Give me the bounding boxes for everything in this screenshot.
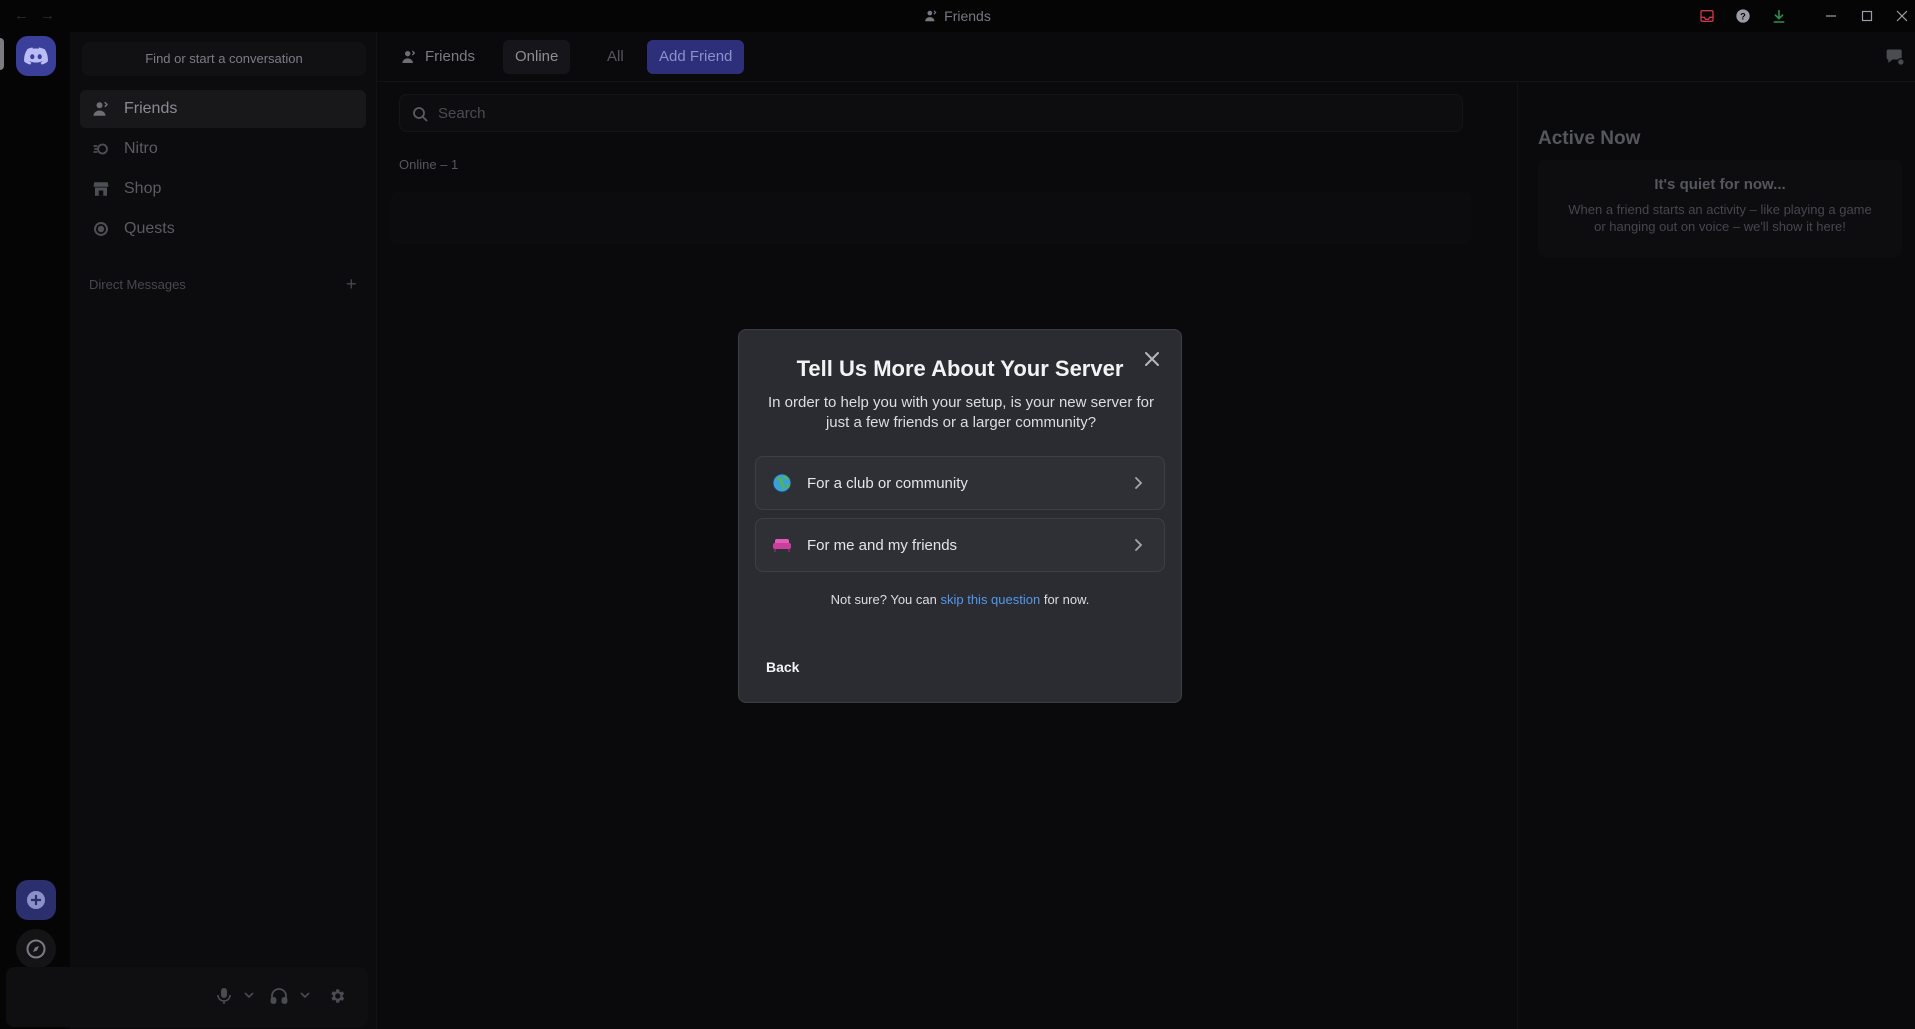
sidebar-item-nitro[interactable]: Nitro — [80, 130, 366, 168]
sidebar-item-shop[interactable]: Shop — [80, 170, 366, 208]
selected-indicator — [0, 38, 4, 70]
sidebar-item-quests[interactable]: Quests — [80, 210, 366, 248]
modal-title: Tell Us More About Your Server — [796, 356, 1124, 381]
online-count-label: Online – 1 — [399, 157, 459, 172]
option-club-community[interactable]: For a club or community — [755, 456, 1165, 510]
server-rail — [0, 32, 70, 1029]
discord-logo-icon — [24, 47, 48, 65]
minimize-icon[interactable] — [1818, 4, 1844, 28]
skip-note: Not sure? You can skip this question for… — [739, 592, 1181, 607]
sidebar-item-label: Friends — [124, 100, 178, 117]
sidebar-item-label: Quests — [124, 220, 175, 237]
nitro-icon — [90, 138, 112, 160]
friend-search-placeholder: Search — [438, 105, 486, 122]
modal-subtitle: In order to help you with your setup, is… — [767, 394, 1154, 431]
chevron-down-icon[interactable] — [244, 991, 254, 999]
active-now-title: Active Now — [1538, 128, 1641, 149]
couch-icon — [771, 534, 793, 556]
search-icon — [412, 106, 428, 122]
active-now-panel: Active Now It's quiet for now... When a … — [1517, 82, 1915, 1029]
discover-button[interactable] — [16, 929, 56, 969]
sidebar-item-friends[interactable]: Friends — [80, 90, 366, 128]
friend-row[interactable] — [391, 192, 1471, 244]
friends-topbar: Friends Online All Add Friend — [377, 32, 1915, 82]
chevron-down-icon[interactable] — [300, 991, 310, 999]
close-window-icon[interactable] — [1889, 4, 1915, 28]
sidebar: Find or start a conversation Friends Nit… — [70, 32, 376, 1029]
active-now-empty-text: When a friend starts an activity – like … — [1568, 202, 1872, 234]
sidebar-item-label: Nitro — [124, 140, 158, 157]
headphones-icon[interactable] — [270, 987, 288, 1005]
quests-icon — [90, 218, 112, 240]
add-friend-button[interactable]: Add Friend — [647, 40, 745, 74]
friends-icon — [924, 9, 938, 23]
home-button[interactable] — [16, 36, 56, 76]
friends-heading-label: Friends — [425, 48, 476, 65]
tab-all[interactable]: All — [595, 40, 636, 74]
active-now-empty-card: It's quiet for now... When a friend star… — [1538, 160, 1902, 258]
server-purpose-modal: Tell Us More About Your Server In order … — [738, 329, 1182, 703]
friend-search-input[interactable]: Search — [399, 94, 1463, 132]
gear-icon[interactable] — [328, 987, 346, 1005]
title-bar: ← → Friends ? — [0, 0, 1915, 32]
user-panel — [6, 967, 368, 1027]
create-dm-icon[interactable]: + — [346, 274, 357, 295]
inbox-icon[interactable] — [1694, 4, 1720, 28]
maximize-icon[interactable] — [1854, 4, 1880, 28]
option-label: For a club or community — [807, 474, 968, 492]
tab-online[interactable]: Online — [503, 40, 571, 74]
friends-icon — [90, 98, 112, 120]
active-now-empty-title: It's quiet for now... — [1654, 176, 1786, 193]
back-button[interactable]: Back — [766, 659, 799, 675]
direct-messages-header: Direct Messages — [89, 277, 186, 292]
shop-icon — [90, 178, 112, 200]
skip-question-link[interactable]: skip this question — [940, 592, 1040, 607]
friends-heading: Friends — [395, 40, 487, 74]
friends-icon — [401, 49, 417, 65]
globe-icon — [771, 472, 793, 494]
add-server-button[interactable] — [16, 880, 56, 920]
chevron-right-icon — [1128, 535, 1148, 555]
download-icon[interactable] — [1766, 4, 1792, 28]
skip-note-suffix: for now. — [1043, 592, 1090, 607]
help-icon[interactable]: ? — [1730, 4, 1756, 28]
window-title: Friends — [0, 8, 1915, 24]
microphone-icon[interactable] — [216, 987, 232, 1005]
option-label: For me and my friends — [807, 536, 958, 554]
plus-icon — [27, 891, 45, 909]
compass-icon — [26, 939, 46, 959]
new-group-dm-icon[interactable] — [1885, 47, 1905, 67]
option-me-and-friends[interactable]: For me and my friends — [755, 518, 1165, 572]
conversation-search-input[interactable]: Find or start a conversation — [82, 42, 366, 76]
svg-text:?: ? — [1740, 11, 1746, 21]
chevron-right-icon — [1128, 473, 1148, 493]
skip-note-prefix: Not sure? You can — [830, 592, 937, 607]
sidebar-item-label: Shop — [124, 180, 162, 197]
window-title-text: Friends — [944, 8, 991, 24]
